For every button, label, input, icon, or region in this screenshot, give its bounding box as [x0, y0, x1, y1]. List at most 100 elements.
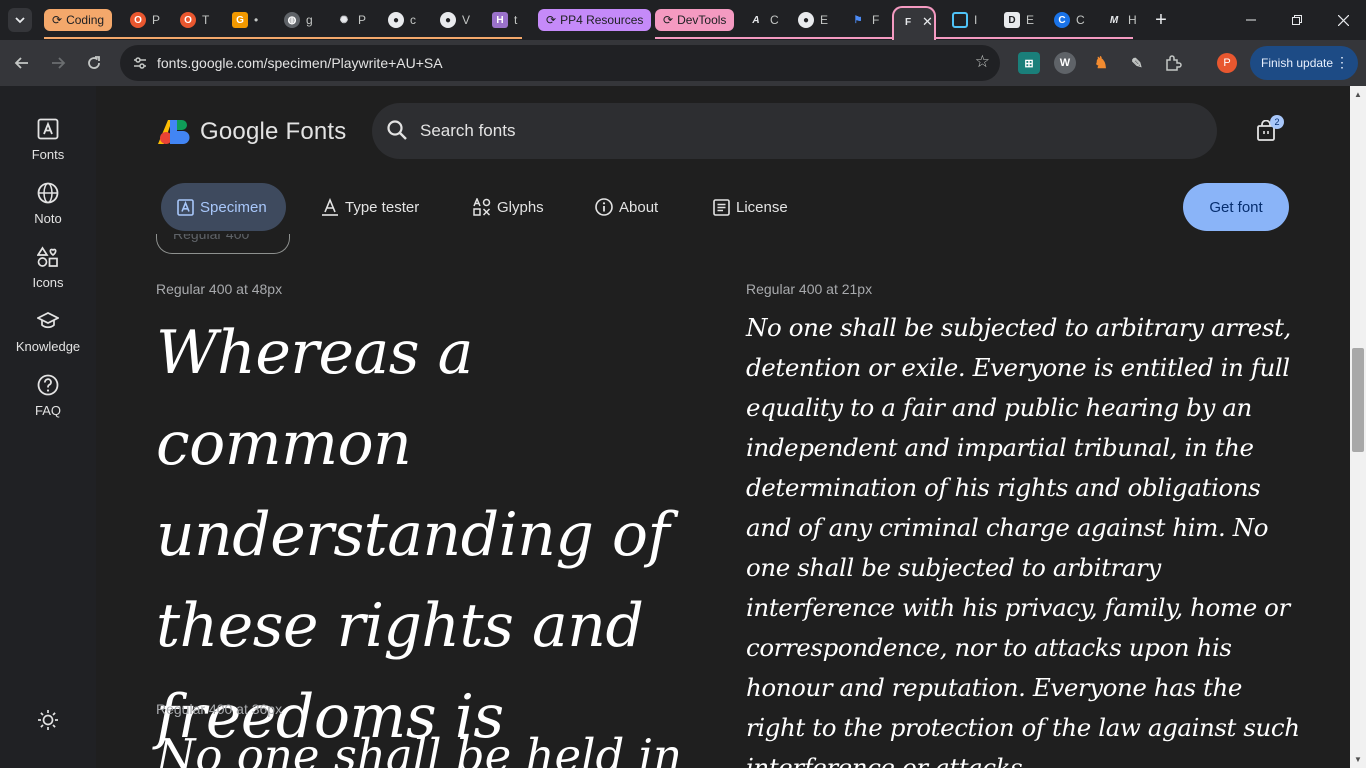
tab[interactable]: CC: [1046, 8, 1088, 32]
get-font-button[interactable]: Get font: [1183, 183, 1289, 231]
globe-icon: [32, 177, 64, 209]
shapes-icon: [32, 241, 64, 273]
fonts-icon: F: [904, 16, 912, 28]
forward-button[interactable]: [46, 51, 70, 75]
close-icon[interactable]: ✕: [922, 14, 933, 30]
d-icon: D: [1004, 12, 1020, 28]
globe-icon: ◍: [284, 12, 300, 28]
google-fonts-logo-icon: [158, 120, 190, 144]
rail-item-noto[interactable]: Noto: [0, 177, 96, 226]
font-a-icon: [177, 198, 194, 216]
rail-item-icons[interactable]: Icons: [0, 241, 96, 290]
crop-icon: [952, 12, 968, 28]
tab[interactable]: AC: [740, 8, 782, 32]
group-icon: ⟳: [52, 13, 63, 27]
tab[interactable]: ⚑ F: [842, 8, 884, 32]
glyphs-icon: [473, 198, 491, 216]
tab[interactable]: F ✕: [892, 10, 936, 34]
group-icon: ⟳: [546, 13, 557, 27]
arrow-left-icon: [14, 57, 28, 69]
github-icon: ●: [388, 12, 404, 28]
site-settings-icon[interactable]: [128, 51, 152, 75]
tab[interactable]: OP: [122, 8, 162, 32]
tab-type-tester[interactable]: Type tester: [321, 183, 419, 231]
close-window-button[interactable]: [1320, 0, 1366, 40]
extension-grid-icon[interactable]: ⊞: [1018, 52, 1040, 74]
page-scrollbar[interactable]: ▲ ▼: [1350, 86, 1366, 768]
tab[interactable]: ◍ g: [276, 8, 318, 32]
back-button[interactable]: [10, 51, 34, 75]
theme-toggle[interactable]: [0, 704, 96, 736]
group-icon: ⟳: [663, 13, 674, 27]
specimen-caption-21: Regular 400 at 21px: [746, 281, 873, 297]
tab[interactable]: I: [944, 8, 986, 32]
rail-item-faq[interactable]: FAQ: [0, 369, 96, 418]
specimen-text-48[interactable]: Whereas a common understanding of these …: [156, 308, 696, 763]
extension-fox-icon[interactable]: ♞: [1090, 52, 1112, 74]
search-fonts-input[interactable]: Search fonts: [372, 103, 1217, 159]
tab-group-devtools[interactable]: ⟳ DevTools: [655, 9, 735, 31]
scrollbar-thumb[interactable]: [1352, 348, 1364, 452]
url-text[interactable]: fonts.google.com/specimen/Playwrite+AU+S…: [157, 55, 443, 71]
address-bar[interactable]: fonts.google.com/specimen/Playwrite+AU+S…: [120, 45, 1000, 81]
flag-icon: ⚑: [853, 14, 863, 26]
tab-glyphs[interactable]: Glyphs: [473, 183, 544, 231]
tab[interactable]: ● E: [790, 8, 832, 32]
scroll-up-arrow-icon[interactable]: ▲: [1354, 90, 1362, 99]
c-icon: C: [1054, 12, 1070, 28]
tab-group-underline: [44, 37, 522, 39]
rail-item-knowledge[interactable]: Knowledge: [0, 305, 96, 354]
tab-specimen[interactable]: Specimen: [161, 183, 286, 231]
brightness-icon: [32, 704, 64, 736]
extension-feather-icon[interactable]: ✎: [1126, 52, 1148, 74]
close-icon: [1337, 14, 1349, 26]
info-icon: [595, 198, 613, 216]
tab[interactable]: G •: [224, 8, 266, 32]
tab[interactable]: OT: [172, 8, 212, 32]
profile-avatar[interactable]: P: [1217, 53, 1237, 73]
tab[interactable]: MH: [1098, 8, 1140, 32]
arrow-right-icon: [52, 57, 66, 69]
specimen-caption-48: Regular 400 at 48px: [156, 281, 283, 297]
restore-icon: [1292, 15, 1302, 25]
cart-count-badge: 2: [1270, 115, 1284, 129]
tab[interactable]: Ht: [484, 8, 524, 32]
shopping-bag-button[interactable]: 2: [1256, 115, 1284, 147]
g-icon: G: [232, 12, 248, 28]
tab-search-button[interactable]: [8, 8, 32, 32]
tab-group-pp4[interactable]: ⟳ PP4 Resources: [538, 9, 652, 31]
specimen-text-36[interactable]: No one shall be held in: [156, 726, 756, 768]
extension-w-icon[interactable]: W: [1054, 52, 1076, 74]
minimize-button[interactable]: [1228, 0, 1274, 40]
style-chip[interactable]: Regular 400: [156, 234, 290, 254]
minimize-icon: [1246, 19, 1256, 21]
chevron-down-icon: [15, 17, 25, 24]
tab-about[interactable]: About: [595, 183, 658, 231]
reload-icon: [88, 56, 100, 69]
rail-item-fonts[interactable]: Fonts: [0, 113, 96, 162]
font-a-icon: [32, 113, 64, 145]
tab[interactable]: ● c: [380, 8, 422, 32]
scroll-down-arrow-icon[interactable]: ▼: [1354, 755, 1362, 764]
tab[interactable]: ✺ P: [328, 8, 370, 32]
github-icon: ●: [798, 12, 814, 28]
side-rail: Fonts Noto Icons Knowledge FAQ: [0, 86, 96, 768]
new-tab-button[interactable]: +: [1145, 0, 1177, 40]
finish-update-button[interactable]: Finish update ⋮: [1250, 46, 1358, 80]
specimen-text-21[interactable]: No one shall be subjected to arbitrary a…: [746, 308, 1306, 768]
tab-group-coding[interactable]: ⟳ Coding: [44, 9, 113, 31]
restore-button[interactable]: [1274, 0, 1320, 40]
reload-button[interactable]: [82, 51, 106, 75]
tab[interactable]: DE: [996, 8, 1038, 32]
opera-icon: O: [180, 12, 196, 28]
extensions-puzzle-icon[interactable]: [1162, 52, 1184, 74]
bookmark-star-icon[interactable]: ☆: [975, 52, 990, 72]
chatgpt-icon: ✺: [339, 14, 349, 26]
search-icon: [387, 120, 407, 140]
a-icon: A: [752, 14, 760, 26]
tab[interactable]: ● V: [432, 8, 474, 32]
tab-license[interactable]: License: [713, 183, 788, 231]
google-fonts-logo[interactable]: Google Fonts: [156, 118, 346, 146]
h-icon: H: [492, 12, 508, 28]
browser-toolbar: fonts.google.com/specimen/Playwrite+AU+S…: [0, 40, 1366, 86]
